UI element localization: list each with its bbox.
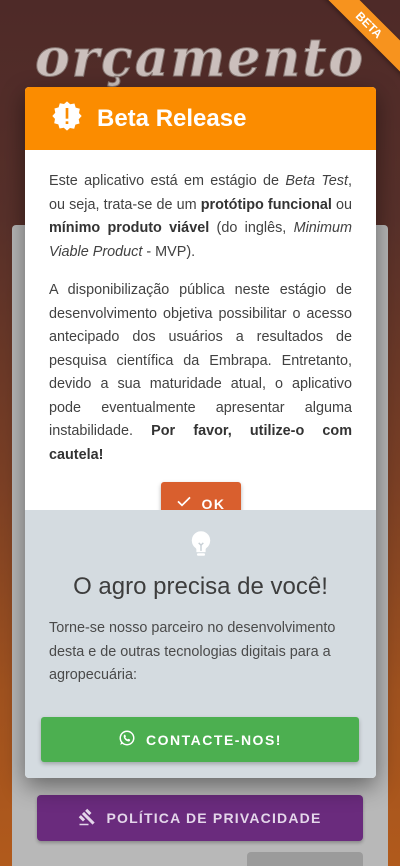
text: ou (331, 196, 352, 213)
background-button-partial (247, 852, 363, 866)
text-bold: protótipo funcional (200, 196, 332, 213)
dialog-header: Beta Release (25, 87, 376, 150)
text: - MVP). (142, 243, 196, 260)
text-bold: mínimo produto viável (49, 220, 210, 236)
whatsapp-icon (118, 729, 136, 750)
paragraph-beta-info: Este aplicativo está em estágio de Beta … (49, 170, 352, 264)
text: A disponibilização pública neste estágio… (49, 282, 352, 439)
text: Este aplicativo está em estágio de (49, 173, 286, 189)
contact-us-button[interactable]: CONTACTE-NOS! (41, 717, 359, 762)
alert-seal-icon (51, 100, 83, 137)
contact-us-label: CONTACTE-NOS! (146, 731, 282, 748)
dialog-title: Beta Release (97, 104, 247, 132)
app-title: orçamento (34, 28, 366, 90)
dialog-body: Este aplicativo está em estágio de Beta … (25, 150, 376, 527)
beta-release-dialog: Beta Release Este aplicativo está em est… (25, 87, 376, 778)
partner-text: Torne-se nosso parceiro no desenvolvimen… (49, 620, 336, 683)
text-italic: Beta Test (285, 173, 348, 189)
partner-title: O agro precisa de você! (73, 573, 328, 600)
gavel-icon (78, 808, 96, 829)
privacy-policy-button[interactable]: POLÍTICA DE PRIVACIDADE (37, 795, 363, 841)
paragraph-disclaimer: A disponibilização pública neste estágio… (49, 279, 352, 467)
lightbulb-icon (49, 529, 352, 559)
text: (do inglês, (209, 220, 294, 236)
privacy-policy-label: POLÍTICA DE PRIVACIDADE (106, 810, 322, 826)
partner-section: O agro precisa de você! Torne-se nosso p… (25, 510, 376, 778)
